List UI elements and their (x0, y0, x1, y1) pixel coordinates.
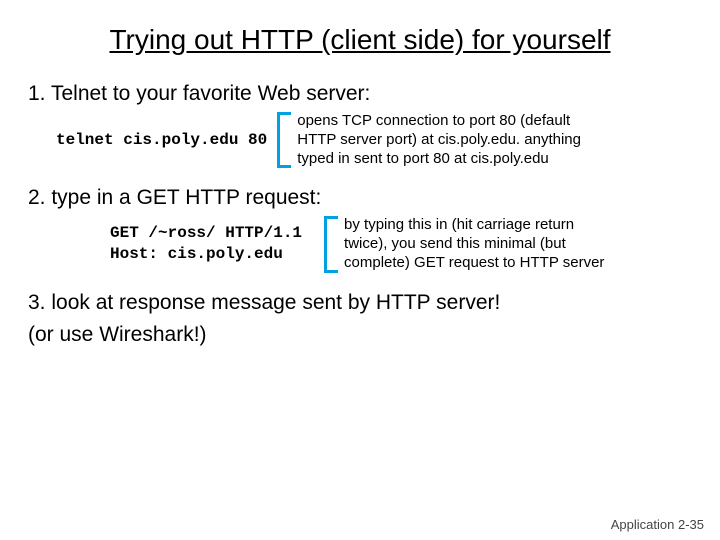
bracket-icon (277, 112, 293, 168)
step-1-row: telnet cis.poly.edu 80 opens TCP connect… (28, 112, 692, 168)
step-3-heading: 3. look at response message sent by HTTP… (28, 291, 692, 315)
step-4-heading: (or use Wireshark!) (28, 323, 692, 347)
slide-footer: Application 2-35 (611, 517, 704, 532)
step-1-heading: 1. Telnet to your favorite Web server: (28, 82, 692, 106)
slide: Trying out HTTP (client side) for yourse… (0, 0, 720, 361)
get-note: by typing this in (hit carriage return t… (344, 216, 614, 272)
slide-title: Trying out HTTP (client side) for yourse… (28, 24, 692, 56)
step-2-row: GET /~ross/ HTTP/1.1 Host: cis.poly.edu … (28, 216, 692, 272)
telnet-note: opens TCP connection to port 80 (default… (297, 112, 607, 168)
bracket-icon (324, 216, 340, 272)
step-2-heading: 2. type in a GET HTTP request: (28, 186, 692, 210)
get-command: GET /~ross/ HTTP/1.1 Host: cis.poly.edu (110, 223, 302, 266)
telnet-command: telnet cis.poly.edu 80 (56, 131, 267, 149)
